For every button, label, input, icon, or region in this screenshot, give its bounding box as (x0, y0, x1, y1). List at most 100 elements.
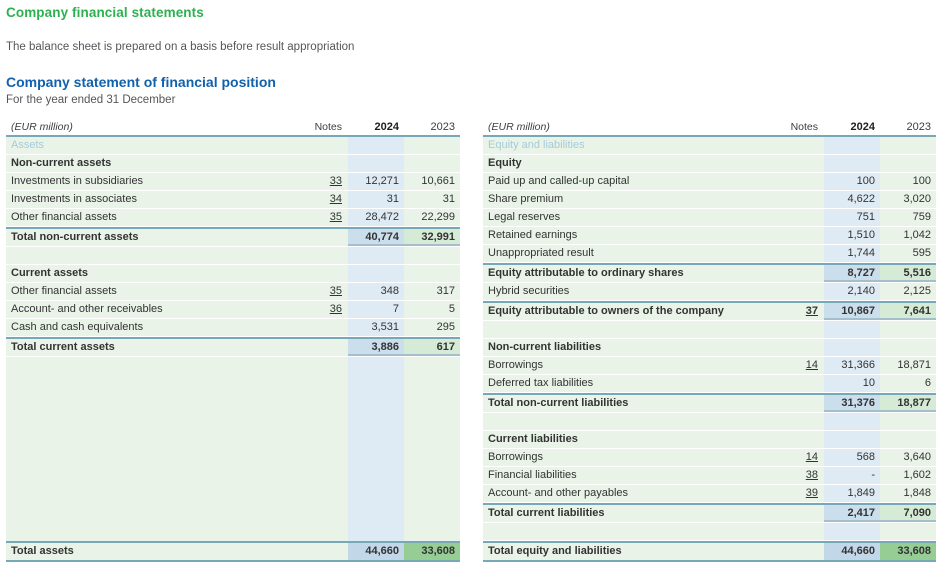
year-2023-column-header: 2023 (880, 119, 936, 135)
row-label: Assets (11, 139, 44, 151)
row-label-cell: Total non-current assets (6, 229, 302, 246)
row-label-cell (483, 413, 778, 430)
note-link[interactable]: 37 (806, 305, 818, 317)
section-label-row: Assets (6, 137, 460, 155)
note-link[interactable]: 14 (806, 359, 818, 371)
subheader-row: Current assets (6, 265, 460, 283)
note-link[interactable]: 35 (330, 211, 342, 223)
row-label-cell: Non-current assets (6, 155, 302, 172)
note-link[interactable]: 38 (806, 469, 818, 481)
value-2023: 32,991 (421, 231, 455, 243)
note-cell: 38 (778, 467, 824, 484)
row-label-cell: Current assets (6, 265, 302, 282)
value-2023-cell (880, 523, 936, 540)
total-row: Total non-current assets40,77432,991 (6, 227, 460, 247)
table-row: Other financial assets35348317 (6, 283, 460, 301)
row-label: Deferred tax liabilities (488, 377, 593, 389)
row-label-cell: Other financial assets (6, 283, 302, 300)
value-2023-cell: 2,125 (880, 283, 936, 300)
table-row: Account- and other receivables3675 (6, 301, 460, 319)
page-description: The balance sheet is prepared on a basis… (6, 41, 936, 53)
value-2024-cell: 7 (348, 301, 404, 318)
row-label: Equity and liabilities (488, 139, 585, 151)
note-cell (778, 375, 824, 392)
row-label: Equity (488, 157, 522, 169)
value-2023-cell: 100 (880, 173, 936, 190)
value-2024-cell (824, 155, 880, 172)
value-2024: 31,366 (841, 359, 875, 371)
value-2024-cell: 100 (824, 173, 880, 190)
value-2023: 7,641 (903, 305, 931, 317)
note-cell (778, 155, 824, 172)
equity-liabilities-table-header: (EUR million) Notes 2024 2023 (483, 119, 936, 137)
value-2023-cell: 10,661 (404, 173, 460, 190)
row-label-cell: Total current assets (6, 339, 302, 356)
value-2023: 295 (437, 321, 455, 333)
value-2024: 44,660 (365, 545, 399, 557)
row-label-cell: Financial liabilities (483, 467, 778, 484)
note-cell (778, 339, 824, 356)
note-link[interactable]: 34 (330, 193, 342, 205)
note-link[interactable]: 36 (330, 303, 342, 315)
value-2023: 5 (449, 303, 455, 315)
note-link[interactable]: 39 (806, 487, 818, 499)
value-2023: 3,020 (903, 193, 931, 205)
table-row: Investments in subsidiaries3312,27110,66… (6, 173, 460, 191)
value-2023-cell: 295 (404, 319, 460, 336)
value-2023: 5,516 (903, 267, 931, 279)
section-label-row: Equity and liabilities (483, 137, 936, 155)
row-label: Legal reserves (488, 211, 560, 223)
spacer-row (483, 523, 936, 541)
value-2023-cell: 3,020 (880, 191, 936, 208)
statement-subtitle: For the year ended 31 December (6, 94, 936, 106)
row-label-cell: Assets (6, 137, 302, 154)
value-2023-cell (404, 357, 460, 541)
year-2024-column-header: 2024 (348, 119, 404, 135)
value-2024: 100 (857, 175, 875, 187)
note-cell (778, 321, 824, 338)
row-label-cell (483, 321, 778, 338)
row-label: Current assets (11, 267, 88, 279)
row-label: Equity attributable to ordinary shares (488, 267, 684, 279)
value-2024: 31,376 (841, 397, 875, 409)
value-2023-cell: 595 (880, 245, 936, 262)
row-label: Financial liabilities (488, 469, 577, 481)
row-label-cell: Non-current liabilities (483, 339, 778, 356)
value-2024-cell: 28,472 (348, 209, 404, 226)
value-2023-cell (404, 265, 460, 282)
value-2024: 751 (857, 211, 875, 223)
year-2023-column-header: 2023 (404, 119, 460, 135)
row-label-cell: Legal reserves (483, 209, 778, 226)
value-2024: 348 (381, 285, 399, 297)
note-link[interactable]: 35 (330, 285, 342, 297)
note-cell: 37 (778, 303, 824, 320)
table-row: Hybrid securities2,1402,125 (483, 283, 936, 301)
assets-table-header: (EUR million) Notes 2024 2023 (6, 119, 460, 137)
value-2024-cell: 44,660 (824, 543, 880, 560)
row-label: Hybrid securities (488, 285, 569, 297)
note-cell (302, 543, 348, 560)
value-2023: 1,042 (903, 229, 931, 241)
value-2023: 1,602 (903, 469, 931, 481)
value-2024: 2,417 (847, 507, 875, 519)
note-link[interactable]: 14 (806, 451, 818, 463)
value-2023: 6 (925, 377, 931, 389)
value-2023-cell (404, 137, 460, 154)
value-2024-cell: 31 (348, 191, 404, 208)
value-2024-cell: 2,417 (824, 505, 880, 522)
note-cell (302, 265, 348, 282)
note-link[interactable]: 33 (330, 175, 342, 187)
value-2024: 44,660 (841, 545, 875, 557)
value-2024: 12,271 (365, 175, 399, 187)
row-label: Current liabilities (488, 433, 578, 445)
value-2023: 1,848 (903, 487, 931, 499)
row-label-cell: Deferred tax liabilities (483, 375, 778, 392)
table-row: Cash and cash equivalents3,531295 (6, 319, 460, 337)
row-label: Retained earnings (488, 229, 577, 241)
row-label: Borrowings (488, 359, 543, 371)
note-cell: 36 (302, 301, 348, 318)
value-2024-cell (348, 137, 404, 154)
note-cell (778, 209, 824, 226)
value-2024-cell: 8,727 (824, 265, 880, 282)
note-cell (778, 173, 824, 190)
